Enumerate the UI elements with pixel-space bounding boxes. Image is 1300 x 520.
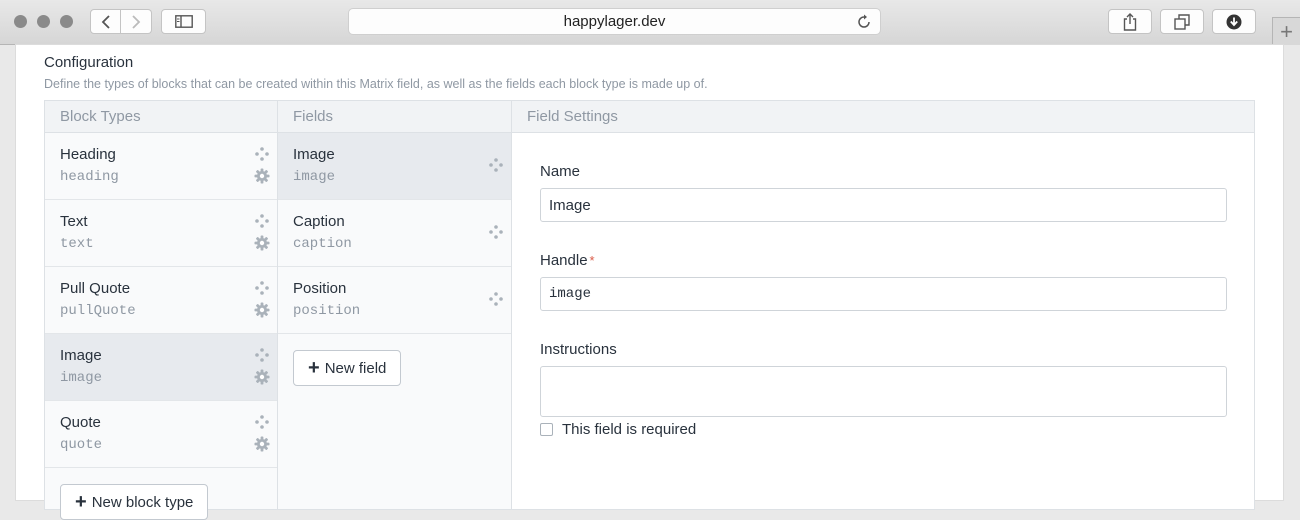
settings-gear-icon[interactable] [254,369,270,385]
fields-header: Fields [278,101,511,133]
settings-gear-icon[interactable] [254,235,270,251]
move-icon[interactable] [255,281,269,295]
move-icon[interactable] [255,415,269,429]
zoom-window-button[interactable] [60,15,73,28]
instructions-textarea[interactable] [540,366,1227,417]
field-item[interactable]: Position position [278,267,511,334]
block-types-column: Block Types Heading heading Text text Pull Q… [45,101,278,520]
new-field-label: New field [324,359,387,377]
required-indicator: * [589,253,595,268]
handle-input[interactable] [540,277,1227,311]
close-window-button[interactable] [14,15,27,28]
block-type-item[interactable]: Text text [45,200,277,267]
handle-label-text: Handle [540,252,588,269]
move-icon[interactable] [255,147,269,161]
sidebar-button[interactable] [161,9,206,34]
field-settings-column: Field Settings Name Handle* Instructions… [512,101,1254,509]
block-type-item-name: Heading [60,146,116,163]
move-icon[interactable] [489,292,503,306]
required-field-option[interactable]: This field is required [540,421,696,438]
field-item-name: Image [293,146,335,163]
field-settings-header: Field Settings [512,101,1254,133]
new-field-button[interactable]: + New field [293,350,402,386]
share-button[interactable] [1108,9,1152,34]
new-block-type-label: New block type [91,493,194,511]
tabs-icon [1174,13,1190,30]
block-type-item-handle: pullQuote [60,303,136,319]
chevron-left-icon [101,14,110,29]
forward-button[interactable] [121,9,152,34]
block-type-item[interactable]: Heading heading [45,133,277,200]
fields-column: Fields Image image Caption caption Position p… [278,101,512,509]
settings-gear-icon[interactable] [254,168,270,184]
required-checkbox[interactable] [540,423,553,436]
field-item-name: Position [293,280,347,297]
new-tab-button[interactable]: + [1272,17,1300,45]
download-icon [1226,14,1242,29]
block-type-item-name: Image [60,347,102,364]
block-types-header: Block Types [45,101,277,133]
block-type-item-name: Text [60,213,88,230]
settings-gear-icon[interactable] [254,302,270,318]
instructions-label: Instructions [540,341,617,358]
address-bar[interactable]: happylager.dev [348,8,881,35]
new-block-type-button[interactable]: + New block type [60,484,209,520]
block-type-item[interactable]: Quote quote [45,401,277,468]
block-type-item[interactable]: Image image [45,334,277,401]
name-input[interactable] [540,188,1227,222]
name-label: Name [540,163,581,180]
field-item-name: Caption [293,213,345,230]
plus-icon: + [1280,18,1293,44]
block-type-item-handle: text [60,236,94,252]
tabs-overview-button[interactable] [1160,9,1204,34]
share-icon [1123,12,1137,31]
minimize-window-button[interactable] [37,15,50,28]
field-item[interactable]: Caption caption [278,200,511,267]
block-type-item-handle: heading [60,169,119,185]
field-item-handle: position [293,303,361,319]
back-button[interactable] [90,9,121,34]
configuration-heading: Configuration [44,54,134,71]
browser-toolbar: happylager.dev + [0,0,1300,45]
chevron-right-icon [132,14,141,29]
plus-icon: + [75,491,87,513]
plus-icon: + [308,357,320,379]
move-icon[interactable] [489,225,503,239]
page-content: Configuration Define the types of blocks… [16,45,1283,520]
move-icon[interactable] [489,158,503,172]
field-item-handle: caption [293,236,352,252]
settings-gear-icon[interactable] [254,436,270,452]
reload-icon[interactable] [856,14,872,30]
move-icon[interactable] [255,348,269,362]
move-icon[interactable] [255,214,269,228]
block-type-item-handle: image [60,370,103,386]
matrix-configurator: Block Types Heading heading Text text Pull Q… [44,100,1255,520]
downloads-button[interactable] [1212,9,1256,34]
block-type-item[interactable]: Pull Quote pullQuote [45,267,277,334]
required-checkbox-label: This field is required [562,421,697,438]
url-text: happylager.dev [563,13,666,30]
handle-label: Handle * [540,252,595,269]
configuration-description: Define the types of blocks that can be c… [44,77,708,91]
block-type-item-name: Pull Quote [60,280,131,297]
block-type-item-name: Quote [60,414,101,431]
block-type-item-handle: quote [60,437,103,453]
field-item[interactable]: Image image [278,133,511,200]
fields-list: Image image Caption caption Position position [278,133,511,334]
field-item-handle: image [293,169,336,185]
sidebar-icon [174,15,193,28]
block-types-list: Heading heading Text text Pull Quote pullQuot… [45,133,277,468]
